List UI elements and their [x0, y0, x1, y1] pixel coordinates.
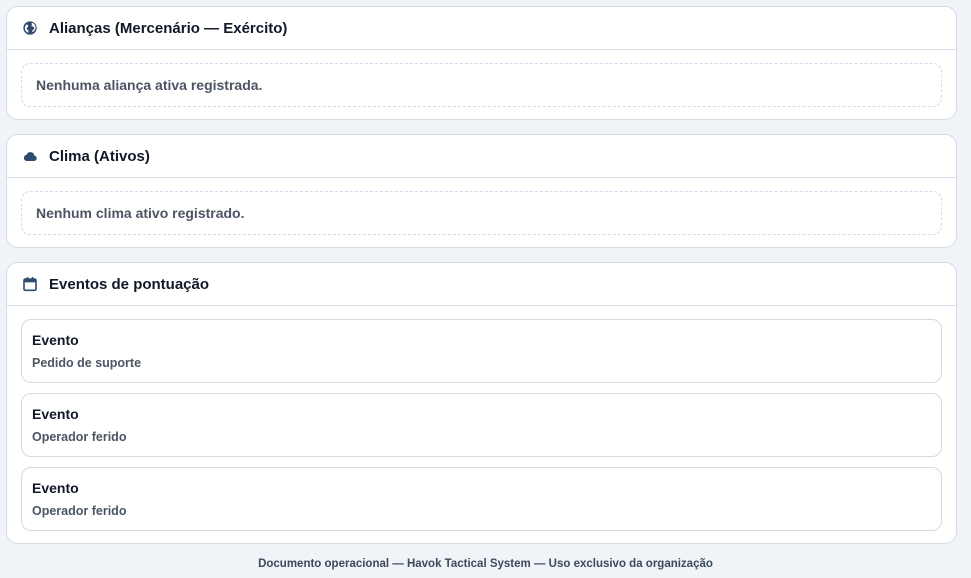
event-description: Operador ferido: [32, 504, 127, 518]
events-list: Evento Pedido de suporte Evento Operador…: [21, 319, 942, 541]
climate-card: Clima (Ativos) Nenhum clima ativo regist…: [6, 134, 957, 248]
climate-empty-state: Nenhum clima ativo registrado.: [21, 191, 942, 235]
alliances-header: Alianças (Mercenário — Exército): [7, 7, 956, 50]
footer-text: Documento operacional — Havok Tactical S…: [258, 558, 713, 570]
events-header: Eventos de pontuação: [7, 263, 956, 306]
globe-icon: [22, 20, 38, 36]
event-item[interactable]: Evento Pedido de suporte: [21, 319, 942, 383]
event-description: Operador ferido: [32, 430, 127, 444]
climate-title: Clima (Ativos): [49, 147, 150, 165]
calendar-icon: [22, 276, 38, 292]
climate-header: Clima (Ativos): [7, 135, 956, 178]
event-item[interactable]: Evento Operador ferido: [21, 393, 942, 457]
page: Alianças (Mercenário — Exército) Nenhuma…: [0, 0, 971, 578]
alliances-title: Alianças (Mercenário — Exército): [49, 19, 288, 37]
event-title: Evento: [32, 332, 79, 348]
cloud-icon: [22, 148, 38, 164]
event-description: Pedido de suporte: [32, 356, 142, 370]
event-title: Evento: [32, 406, 79, 422]
events-title: Eventos de pontuação: [49, 275, 210, 293]
alliances-empty-state: Nenhuma aliança ativa registrada.: [21, 63, 942, 107]
event-title: Evento: [32, 480, 79, 496]
events-card: Eventos de pontuação Evento Pedido de su…: [6, 262, 957, 544]
alliances-card: Alianças (Mercenário — Exército) Nenhuma…: [6, 6, 957, 120]
event-item[interactable]: Evento Operador ferido: [21, 467, 942, 531]
